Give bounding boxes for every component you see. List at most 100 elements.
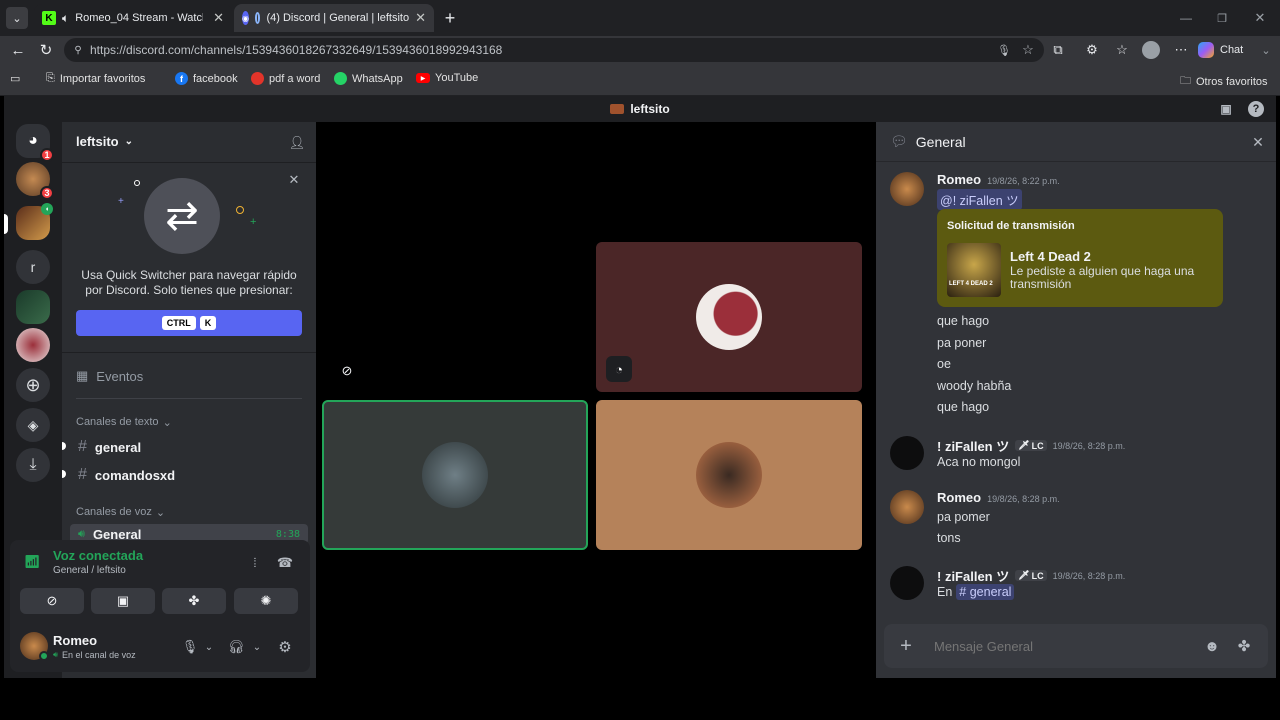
- message-line: pa pomer: [937, 510, 990, 524]
- mic-icon[interactable]: 🎙︎: [182, 638, 199, 656]
- quick-switcher-text: Usa Quick Switcher para navegar rápido p…: [81, 268, 297, 297]
- invite-icon[interactable]: 👤︎: [288, 134, 306, 152]
- tab-stream[interactable]: K 🔈︎ Romeo_04 Stream - Watch Liv ✕: [34, 4, 232, 32]
- copilot-chat-button[interactable]: Chat: [1198, 40, 1243, 60]
- help-icon[interactable]: ?: [1248, 101, 1264, 117]
- extensions-icon[interactable]: ⧉: [1048, 40, 1068, 60]
- mic-icon[interactable]: 🎙︎: [996, 42, 1012, 58]
- message-text: Aca no mongol: [937, 455, 1021, 469]
- events-item[interactable]: ▦ Eventos: [76, 368, 143, 384]
- text-category[interactable]: Canales de texto ⌄: [76, 416, 172, 429]
- bookmark-whatsapp[interactable]: WhatsApp: [334, 72, 403, 85]
- message-line: oe: [937, 357, 951, 371]
- voice-category[interactable]: Canales de voz ⌄: [76, 506, 165, 519]
- reading-list-icon[interactable]: ▭: [10, 72, 20, 85]
- server-icon-dark[interactable]: [16, 290, 50, 324]
- bookmark-pdf[interactable]: pdf a word: [251, 72, 320, 85]
- add-server-button[interactable]: ⊕: [16, 368, 50, 402]
- tab-discord[interactable]: ◉ (4) Discord | General | leftsito ✕: [234, 4, 434, 32]
- add-attachment-icon[interactable]: +: [896, 635, 916, 657]
- maximize-button[interactable]: ❐: [1212, 8, 1232, 28]
- server-icon-leftsito[interactable]: ◖: [16, 203, 53, 240]
- emoji-icon[interactable]: ☻: [1202, 636, 1222, 656]
- close-tab-icon[interactable]: ✕: [415, 10, 426, 26]
- avatar[interactable]: [890, 436, 924, 470]
- url-text: https://discord.com/channels/15394360182…: [90, 43, 503, 57]
- divider: [76, 398, 302, 399]
- divider: [62, 352, 316, 353]
- inbox-icon[interactable]: ▣: [1218, 101, 1234, 117]
- tab-list-button[interactable]: ⌄: [6, 7, 28, 29]
- headphones-icon[interactable]: 🎧︎: [228, 638, 245, 656]
- close-tab-icon[interactable]: ✕: [213, 10, 224, 26]
- download-button[interactable]: ⤓: [16, 448, 50, 482]
- participant-avatar: [696, 442, 762, 508]
- reload-icon[interactable]: ↻: [36, 40, 56, 60]
- server-header[interactable]: leftsito ⌄: [76, 134, 133, 149]
- avatar[interactable]: [890, 490, 924, 524]
- more-menu-icon[interactable]: ⋯: [1172, 40, 1190, 60]
- username[interactable]: Romeo: [53, 633, 97, 648]
- message-author[interactable]: Romeo: [937, 172, 981, 187]
- new-tab-button[interactable]: +: [440, 8, 460, 28]
- guild-tag-label: LC: [1031, 570, 1044, 581]
- explore-button[interactable]: ◈: [16, 408, 50, 442]
- close-icon[interactable]: ✕: [286, 172, 302, 188]
- screen-share-button[interactable]: ▣: [91, 588, 155, 614]
- video-tile-self[interactable]: [322, 242, 588, 392]
- message-header: Romeo 19/8/26, 8:22 p.m.: [937, 172, 1060, 187]
- message-author[interactable]: ! ziFallen ツ: [937, 436, 1009, 455]
- chevron-down-icon[interactable]: ⌄: [204, 638, 214, 656]
- gear-icon[interactable]: ⚙: [276, 638, 294, 656]
- bookmark-facebook[interactable]: f facebook: [175, 72, 238, 85]
- channel-mention-chip[interactable]: # general: [956, 584, 1015, 600]
- apps-icon[interactable]: ✤: [1234, 636, 1254, 656]
- site-info-icon[interactable]: ⚲: [70, 42, 86, 58]
- camera-button[interactable]: ⊘: [20, 588, 84, 614]
- discord-logo-icon: ◕: [28, 132, 38, 149]
- mention-chip[interactable]: @! ziFallen ツ: [937, 189, 1022, 210]
- message-input[interactable]: [934, 635, 1194, 657]
- profile-avatar[interactable]: [1142, 41, 1160, 59]
- message-author[interactable]: Romeo: [937, 490, 981, 505]
- activities-button[interactable]: ✤: [162, 588, 226, 614]
- address-bar[interactable]: ⚲ https://discord.com/channels/153943601…: [64, 38, 1044, 62]
- bookmark-import[interactable]: ⎘ Importar favoritos: [46, 72, 145, 85]
- server-icon-woody[interactable]: 3: [16, 162, 54, 200]
- close-icon[interactable]: ✕: [1250, 134, 1266, 150]
- server-icon-r[interactable]: r: [16, 250, 50, 284]
- disconnect-icon[interactable]: ☎: [276, 554, 294, 572]
- avatar[interactable]: [890, 566, 924, 600]
- screen-share-icon: ▣: [116, 593, 130, 608]
- quick-switcher-button[interactable]: CTRL K: [76, 310, 302, 336]
- server-icon-red[interactable]: [16, 328, 50, 362]
- switch-arrows-icon: ⇄: [144, 178, 220, 254]
- avatar[interactable]: [890, 172, 924, 206]
- minimize-button[interactable]: —: [1176, 8, 1196, 28]
- voice-connected-subtitle[interactable]: General / leftsito: [53, 565, 126, 576]
- bookmark-youtube[interactable]: ▶ YouTube: [416, 72, 478, 84]
- message-author[interactable]: ! ziFallen ツ: [937, 566, 1009, 585]
- other-bookmarks[interactable]: 🗀 Otros favoritos: [1180, 72, 1268, 91]
- sword-icon: 🗡︎: [1018, 570, 1030, 580]
- channel-label: comandosxd: [94, 467, 176, 483]
- chevron-down-icon[interactable]: ⌄: [252, 638, 262, 656]
- quick-switcher-card: ✕ ⇄ + + Usa Quick Switcher para navegar …: [62, 164, 316, 344]
- video-tile-tan[interactable]: [596, 400, 862, 550]
- user-status: 🔊︎ En el canal de voz: [53, 650, 136, 660]
- back-icon[interactable]: ←: [8, 40, 28, 60]
- video-tile-red[interactable]: ◔: [596, 242, 862, 392]
- close-window-button[interactable]: ✕: [1250, 8, 1270, 28]
- soundboard-button[interactable]: ✺: [234, 588, 298, 614]
- sync-icon[interactable]: ⚙: [1082, 40, 1102, 60]
- bookmark-label: facebook: [193, 72, 238, 85]
- noise-suppression-icon[interactable]: ⦙: [246, 554, 264, 572]
- star-icon[interactable]: ☆: [1020, 42, 1036, 58]
- channel-general[interactable]: # general: [78, 438, 141, 456]
- voice-connected-title[interactable]: Voz conectada: [53, 548, 143, 563]
- channel-comandosxd[interactable]: # comandosxd: [78, 466, 175, 484]
- video-tile-car[interactable]: [322, 400, 588, 550]
- discord-home-button[interactable]: ◕ 1: [16, 124, 54, 162]
- favorites-icon[interactable]: ☆: [1112, 40, 1132, 60]
- sidebar-toggle-icon[interactable]: ⌄: [1258, 40, 1274, 60]
